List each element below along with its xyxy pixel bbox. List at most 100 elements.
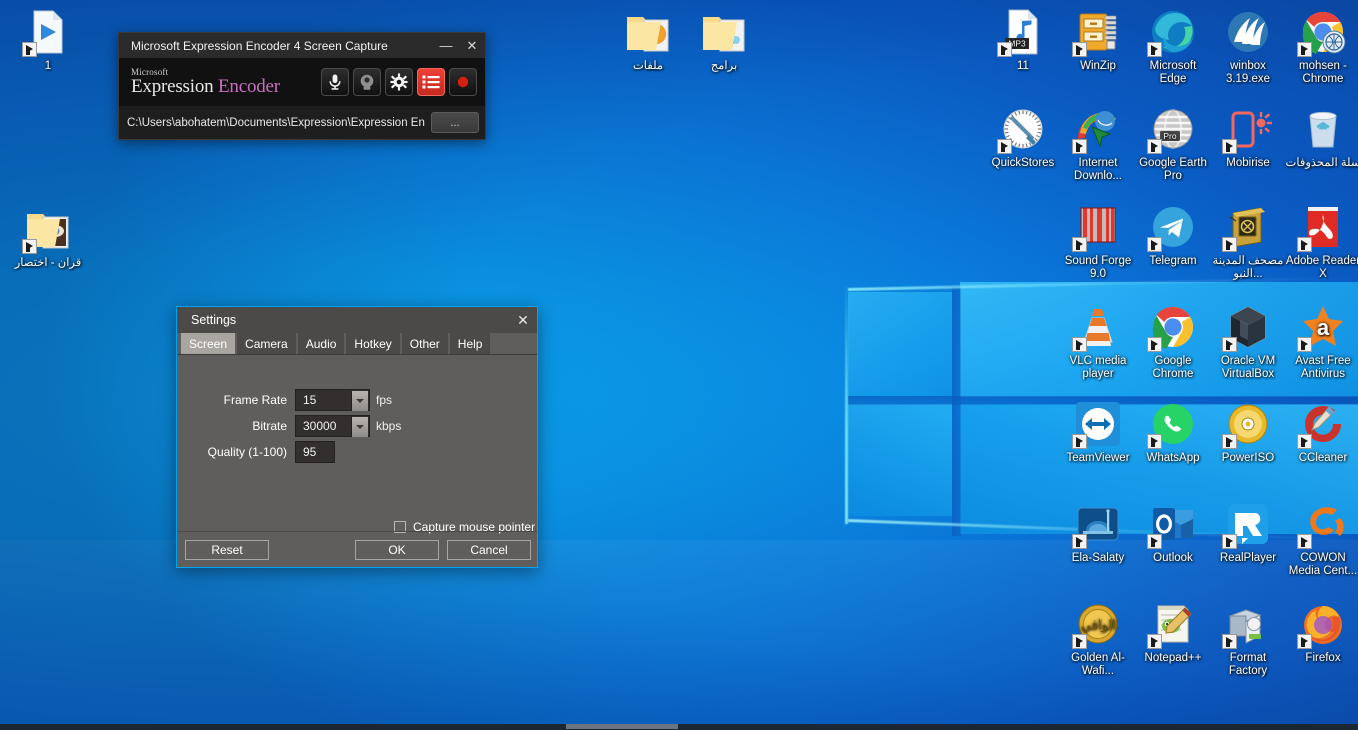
desktop-icon-outlook[interactable]: Outlook (1135, 500, 1211, 565)
desktop-icon-ela-salaty[interactable]: Ela-Salaty (1060, 500, 1136, 565)
desktop-icon-mushaf-madina[interactable]: مصحف المدينة النبو... (1210, 203, 1286, 281)
chevron-down-icon[interactable] (351, 417, 368, 437)
desktop-icon-mp3-11[interactable]: MP3 11 (985, 8, 1061, 73)
desktop-icon-vlc-media-player[interactable]: VLC media player (1060, 303, 1136, 381)
microphone-icon[interactable] (321, 68, 349, 96)
settings-tab-audio[interactable]: Audio (297, 333, 345, 354)
frame-rate-row: Frame Rate 15 fps (177, 389, 392, 411)
shortcut-arrow-icon (1147, 139, 1162, 154)
cancel-button[interactable]: Cancel (447, 539, 531, 560)
desktop-icon-golden-alwafi[interactable]: الوافي Golden Al-Wafi... (1060, 600, 1136, 678)
ok-button[interactable]: OK (355, 539, 439, 560)
shortcut-arrow-icon (1222, 634, 1237, 649)
outlook-icon (1147, 500, 1197, 549)
desktop-icon-recycle-bin[interactable]: سلة المحذوفات (1285, 105, 1358, 170)
settings-tab-other[interactable]: Other (401, 333, 448, 354)
desktop-icon-firefox[interactable]: Firefox (1285, 600, 1358, 665)
shortcut-arrow-icon (1147, 337, 1162, 352)
alwafi-icon: الوافي (1072, 600, 1122, 649)
desktop-icon-label: Golden Al-Wafi... (1071, 652, 1125, 677)
desktop-icon-google-earth-pro[interactable]: Pro Google Earth Pro (1135, 105, 1211, 183)
desktop-icon-microsoft-edge[interactable]: Microsoft Edge (1135, 8, 1211, 86)
taskbar[interactable] (0, 724, 1358, 730)
desktop-icon-label: 1 (44, 60, 52, 72)
settings-close-button[interactable]: ✕ (509, 307, 537, 333)
desktop-icon-ccleaner[interactable]: CCleaner (1285, 400, 1358, 465)
vlc-icon (1072, 303, 1122, 352)
desktop-icon-telegram[interactable]: Telegram (1135, 203, 1211, 268)
shortcut-arrow-icon (1147, 237, 1162, 252)
desktop-icon-notepad-plus-plus[interactable]: Notepad++ (1135, 600, 1211, 665)
settings-tab-help[interactable]: Help (449, 333, 491, 354)
desktop-icon-quickstores[interactable]: QuickStores (985, 105, 1061, 170)
shortcut-arrow-icon (1072, 534, 1087, 549)
desktop-icon-poweriso[interactable]: PowerISO (1210, 400, 1286, 465)
desktop-icon-oracle-vm-virtualbox[interactable]: Oracle VM VirtualBox (1210, 303, 1286, 381)
desktop-icon-google-chrome[interactable]: Google Chrome (1135, 303, 1211, 381)
settings-tab-screen[interactable]: Screen (181, 333, 236, 354)
reset-button[interactable]: Reset (185, 539, 269, 560)
desktop-icon-label: ملفات (632, 60, 664, 72)
poweriso-icon (1222, 400, 1272, 449)
desktop-icon-mohsen-chrome[interactable]: mohsen - Chrome (1285, 8, 1358, 86)
desktop-icon-label: RealPlayer (1219, 552, 1277, 564)
settings-tab-bar[interactable]: Screen Camera Audio Hotkey Other Help (177, 333, 537, 355)
quickstores-icon (997, 105, 1047, 154)
desktop-icon-malafat-folder[interactable]: ملفات (610, 8, 686, 73)
browse-button[interactable]: ... (431, 112, 479, 133)
desktop-icon-avast-free-antivirus[interactable]: a Avast Free Antivirus (1285, 303, 1358, 381)
desktop-icon-sound-forge[interactable]: Sound Forge 9.0 (1060, 203, 1136, 281)
desktop-icon-adobe-reader-x[interactable]: Adobe Reader X (1285, 203, 1358, 281)
desktop-icon-mobirise[interactable]: Mobirise (1210, 105, 1286, 170)
notepadpp-icon (1147, 600, 1197, 649)
mobirise-icon (1222, 105, 1273, 154)
encoder-title-text: Microsoft Expression Encoder 4 Screen Ca… (131, 38, 388, 53)
encoder-output-row[interactable]: C:\Users\abohatem\Documents\Expression\E… (119, 106, 485, 139)
quality-input[interactable]: 95 (295, 441, 335, 463)
frame-rate-label: Frame Rate (223, 393, 287, 407)
desktop-icon-internet-download-manager[interactable]: Internet Downlo... (1060, 105, 1136, 183)
desktop-icon-baramej-folder[interactable]: برامج (686, 8, 762, 73)
desktop-icon-quran-shortcut[interactable]: قران - اختصار (10, 205, 86, 270)
quranbook-icon (1222, 203, 1272, 252)
desktop-icon-label: قران - اختصار (14, 257, 82, 269)
desktop-icon-realplayer[interactable]: RealPlayer (1210, 500, 1286, 565)
avast-icon: a (1297, 303, 1347, 352)
settings-title-bar[interactable]: Settings ✕ (177, 307, 537, 333)
output-path-input[interactable]: C:\Users\abohatem\Documents\Expression\E… (127, 111, 425, 134)
desktop[interactable]: 1 قران - اختصار ملفات برامج MP3 11 WinZip Micro… (0, 0, 1358, 730)
desktop-icon-winzip[interactable]: WinZip (1060, 8, 1136, 73)
encoder-minimize-button[interactable]: — (433, 33, 459, 58)
settings-tab-hotkey[interactable]: Hotkey (346, 333, 400, 354)
settings-tab-panel-screen: Frame Rate 15 fps Bitrate 30000 kbps Qua… (177, 355, 537, 534)
bitrate-label: Bitrate (252, 419, 287, 433)
encoder-toolbar[interactable] (321, 68, 477, 96)
webcam-icon[interactable] (353, 68, 381, 96)
desktop-icon-format-factory[interactable]: Format Factory (1210, 600, 1286, 678)
bitrate-select[interactable]: 30000 (295, 415, 370, 437)
winbox-icon (1224, 8, 1272, 56)
shortcut-arrow-icon (1222, 337, 1237, 352)
encoder-title-bar[interactable]: Microsoft Expression Encoder 4 Screen Ca… (119, 33, 485, 58)
expression-encoder-window[interactable]: Microsoft Expression Encoder 4 Screen Ca… (118, 32, 486, 140)
earth-icon: Pro (1147, 105, 1197, 154)
settings-dialog[interactable]: Settings ✕ Screen Camera Audio Hotkey Other H… (176, 306, 538, 568)
chrome-icon (1147, 303, 1197, 352)
desktop-icon-teamviewer[interactable]: TeamViewer (1060, 400, 1136, 465)
shortcut-arrow-icon (997, 42, 1012, 57)
chevron-down-icon[interactable] (351, 391, 368, 411)
desktop-icon-whatsapp[interactable]: WhatsApp (1135, 400, 1211, 465)
desktop-icon-label: Telegram (1149, 255, 1197, 267)
frame-rate-select[interactable]: 15 (295, 389, 370, 411)
list-icon[interactable] (417, 68, 445, 96)
desktop-icon-cowon-media-center[interactable]: COWON Media Cent... (1285, 500, 1358, 578)
encoder-logo: Microsoft Expression Encoder (131, 68, 280, 97)
gear-icon[interactable] (385, 68, 413, 96)
desktop-icon-winbox[interactable]: winbox 3.19.exe (1210, 8, 1286, 86)
shortcut-arrow-icon (1147, 534, 1162, 549)
shortcut-arrow-icon (1072, 337, 1087, 352)
encoder-close-button[interactable]: ✕ (459, 33, 485, 58)
desktop-icon-media-file-1[interactable]: 1 (10, 8, 86, 73)
record-icon[interactable] (449, 68, 477, 96)
settings-tab-camera[interactable]: Camera (237, 333, 296, 354)
